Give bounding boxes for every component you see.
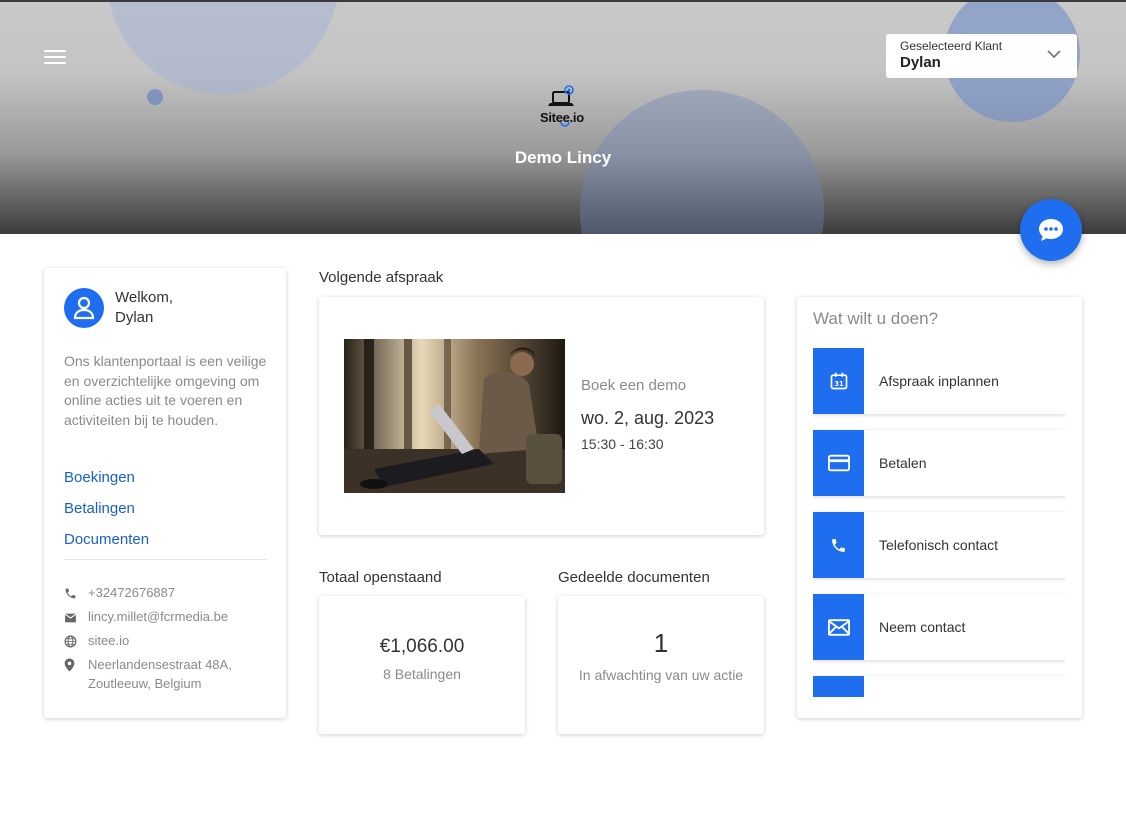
total-outstanding-label: Totaal openstaand bbox=[319, 569, 442, 586]
actions-list[interactable]: 31 Afspraak inplannen Betalen Telefonisc… bbox=[813, 348, 1066, 697]
appointment-image bbox=[344, 339, 565, 493]
documents-count: 1 bbox=[653, 628, 669, 658]
action-label: Betalen bbox=[879, 455, 927, 471]
appointment-type: Boek een demo bbox=[581, 377, 687, 394]
mail-icon bbox=[64, 613, 77, 623]
chat-bubble-icon bbox=[1039, 219, 1063, 241]
divider bbox=[64, 559, 267, 560]
hamburger-menu-icon[interactable] bbox=[44, 50, 66, 66]
client-select-value: Dylan bbox=[900, 54, 941, 71]
action-contact[interactable]: Neem contact bbox=[813, 594, 1066, 660]
appointment-card[interactable]: Boek een demo wo. 2, aug. 2023 15:30 - 1… bbox=[319, 297, 764, 535]
globe-icon bbox=[64, 635, 77, 648]
user-icon bbox=[73, 296, 95, 320]
credit-card-icon bbox=[827, 454, 850, 472]
contact-address: Neerlandensestraat 48A, Zoutleeuw, Belgi… bbox=[64, 655, 232, 693]
phone-icon bbox=[832, 538, 845, 552]
contact-address-line1: Neerlandensestraat 48A, bbox=[88, 657, 232, 672]
actions-title: Wat wilt u doen? bbox=[813, 309, 939, 328]
contact-phone-text: +32472676887 bbox=[88, 585, 176, 600]
phone-icon bbox=[65, 588, 76, 599]
calendar-icon: 31 bbox=[830, 372, 847, 390]
avatar bbox=[64, 288, 104, 328]
appointment-time: 15:30 - 16:30 bbox=[581, 436, 664, 452]
man-with-laptop-photo bbox=[344, 339, 565, 493]
client-select-dropdown[interactable]: Geselecteerd Klant Dylan bbox=[886, 34, 1077, 78]
next-appointment-label: Volgende afspraak bbox=[319, 269, 444, 286]
contact-email-text[interactable]: lincy.millet@fcrmedia.be bbox=[88, 607, 228, 629]
action-more[interactable] bbox=[813, 676, 1066, 697]
logo-text: Sitee.io bbox=[540, 110, 584, 125]
welcome-greeting: Welkom, Dylan bbox=[115, 288, 173, 328]
appointment-date: wo. 2, aug. 2023 bbox=[581, 408, 715, 428]
link-betalingen[interactable]: Betalingen bbox=[64, 500, 135, 517]
action-schedule-appointment[interactable]: 31 Afspraak inplannen bbox=[813, 348, 1066, 414]
action-label: Afspraak inplannen bbox=[879, 373, 999, 389]
chat-button[interactable] bbox=[1020, 199, 1082, 261]
welcome-user-name: Dylan bbox=[115, 309, 154, 326]
contact-address-line2: Zoutleeuw, Belgium bbox=[88, 676, 202, 691]
decor-bubble bbox=[107, 2, 339, 94]
total-amount: €1,066.00 bbox=[379, 636, 465, 657]
link-documenten[interactable]: Documenten bbox=[64, 531, 149, 548]
shared-documents-label: Gedeelde documenten bbox=[558, 569, 710, 586]
contact-phone: +32472676887 bbox=[64, 583, 175, 605]
page-title: Demo Lincy bbox=[514, 148, 612, 167]
action-pay[interactable]: Betalen bbox=[813, 430, 1066, 496]
decor-bubble bbox=[147, 89, 163, 105]
payments-count: 8 Betalingen bbox=[383, 666, 461, 682]
header-banner: Sitee.io Demo Lincy Geselecteerd Klant D… bbox=[0, 0, 1126, 234]
total-outstanding-card[interactable]: €1,066.00 8 Betalingen bbox=[319, 596, 525, 734]
contact-website: sitee.io bbox=[64, 631, 129, 653]
documents-status: In afwachting van uw actie bbox=[578, 667, 744, 683]
contact-email: lincy.millet@fcrmedia.be bbox=[64, 607, 228, 629]
welcome-greeting-text: Welkom, bbox=[115, 289, 174, 306]
action-label: Neem contact bbox=[879, 619, 966, 635]
contact-website-text[interactable]: sitee.io bbox=[88, 631, 129, 653]
intro-text: Ons klantenportaal is een veilige en ove… bbox=[64, 353, 267, 428]
mail-icon bbox=[827, 618, 850, 636]
client-select-label: Geselecteerd Klant bbox=[900, 39, 1003, 53]
actions-card: Wat wilt u doen? 31 Afspraak inplannen B… bbox=[797, 297, 1082, 718]
shared-documents-card[interactable]: 1 In afwachting van uw actie bbox=[558, 596, 764, 734]
welcome-card: Welkom, Dylan Ons klantenportaal is een … bbox=[44, 268, 286, 718]
action-label: Telefonisch contact bbox=[879, 537, 999, 553]
link-boekingen[interactable]: Boekingen bbox=[64, 469, 135, 486]
svg-text:31: 31 bbox=[834, 380, 844, 388]
location-pin-icon bbox=[64, 658, 75, 672]
chevron-down-icon bbox=[1047, 50, 1061, 59]
action-phone-contact[interactable]: Telefonisch contact bbox=[813, 512, 1066, 578]
